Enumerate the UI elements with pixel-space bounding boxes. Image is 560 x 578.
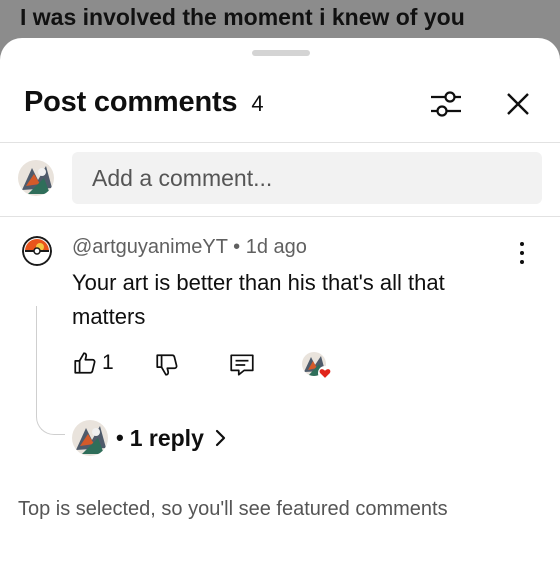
close-button[interactable]: [502, 88, 534, 120]
chevron-right-icon: [214, 428, 228, 448]
sheet-title: Post comments: [24, 86, 238, 118]
sliders-icon: [431, 91, 461, 117]
own-avatar: [18, 160, 54, 196]
dislike-button[interactable]: [154, 352, 180, 378]
close-icon: [507, 93, 529, 115]
sort-filter-button[interactable]: [428, 88, 464, 120]
header-divider: [0, 142, 560, 143]
sort-info-note: Top is selected, so you'll see featured …: [18, 498, 448, 520]
reply-avatar: [72, 420, 108, 456]
like-count: 1: [102, 351, 114, 374]
comment-more-button[interactable]: [512, 240, 532, 266]
composer-divider: [0, 216, 560, 217]
drag-handle[interactable]: [252, 50, 310, 56]
heart-icon: [318, 366, 332, 380]
thumbs-up-icon: [74, 352, 96, 374]
comment-age: 1d ago: [245, 236, 307, 258]
comment-meta: @artguyanimeYT • 1d ago: [72, 236, 307, 259]
comments-sheet: Post comments 4 Add a comment... @artguy…: [0, 38, 560, 578]
like-button[interactable]: 1: [72, 350, 114, 376]
reply-button[interactable]: [228, 352, 256, 378]
replies-dot: •: [116, 425, 124, 450]
replies-label: 1 reply: [129, 424, 204, 451]
comment-author[interactable]: @artguyanimeYT: [72, 236, 228, 258]
meta-separator: •: [233, 236, 241, 258]
more-vertical-icon: [520, 242, 524, 246]
sheet-header: Post comments 4: [24, 86, 264, 122]
thumbs-down-icon: [156, 354, 178, 376]
video-title: I was involved the moment i knew of you: [20, 4, 465, 30]
add-comment-input[interactable]: [90, 163, 542, 193]
reply-icon: [230, 354, 254, 376]
comment-author-avatar[interactable]: [22, 236, 52, 266]
comment-count: 4: [251, 91, 264, 116]
add-comment-box[interactable]: [72, 152, 542, 204]
view-replies-button[interactable]: • 1 reply: [72, 418, 228, 458]
thread-connector: [36, 306, 65, 435]
comment-text: Your art is better than his that's all t…: [72, 270, 445, 329]
